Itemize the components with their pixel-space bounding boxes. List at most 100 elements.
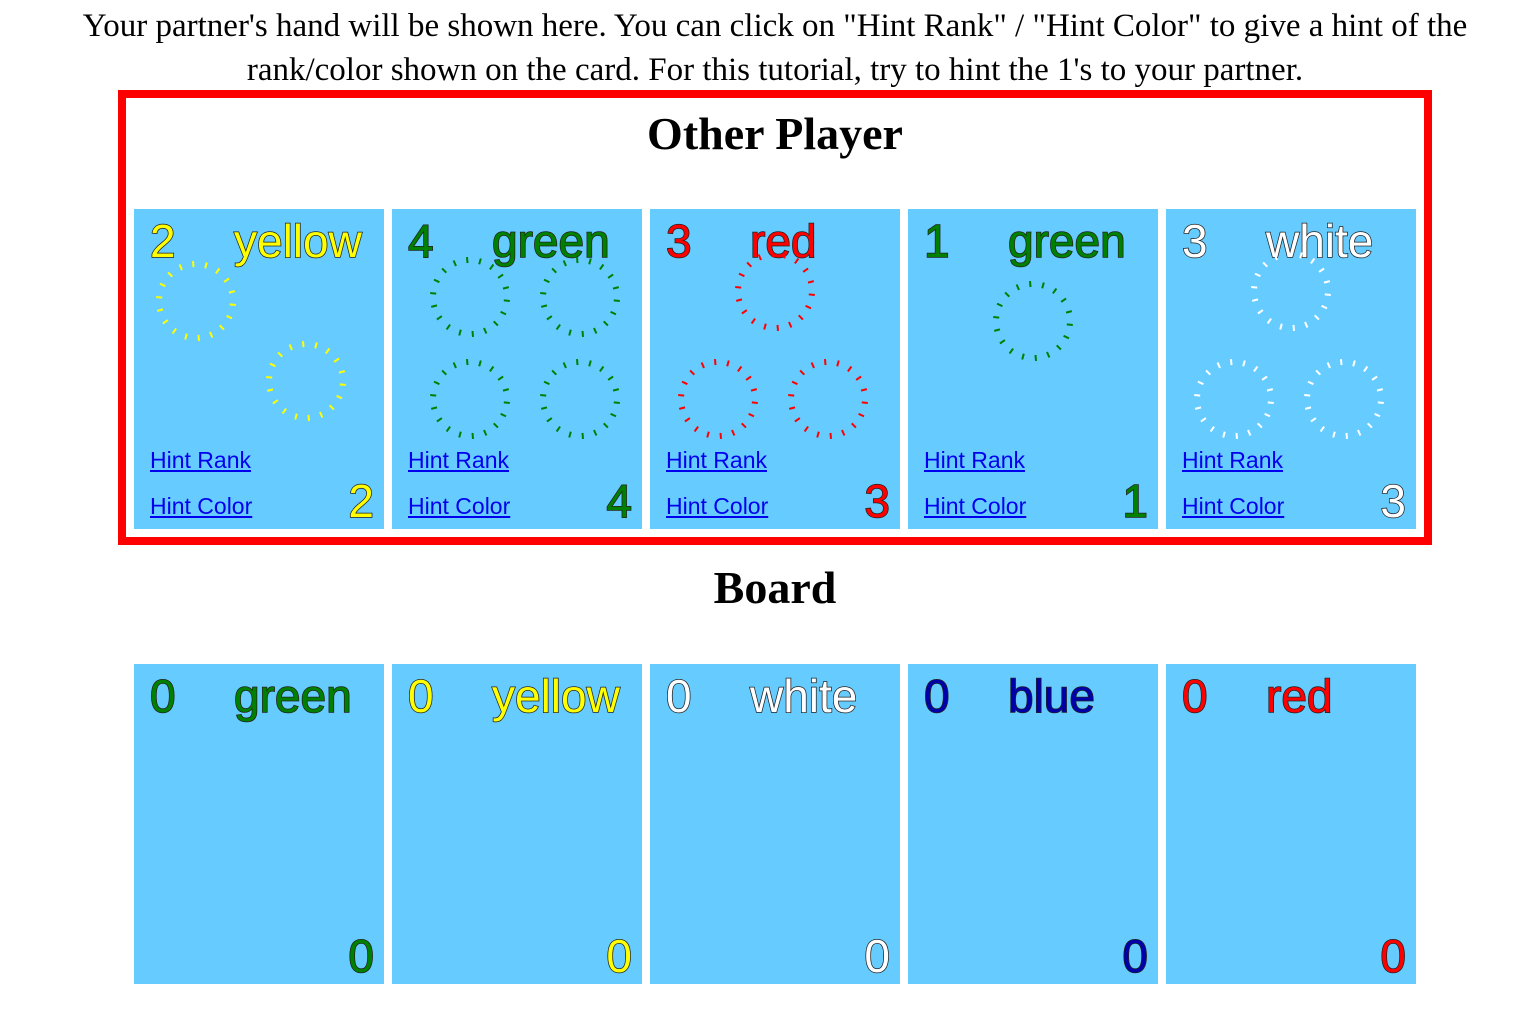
board-card: 0 blue 0: [908, 664, 1158, 984]
firework-spark: [502, 286, 510, 290]
hint-color-button[interactable]: Hint Color: [408, 493, 510, 519]
card-rank: 0: [407, 669, 434, 723]
hint-rank-button[interactable]: Hint Rank: [150, 447, 251, 473]
firework-spark: [1266, 388, 1274, 392]
firework-spark: [497, 375, 504, 381]
firework-spark: [1253, 365, 1259, 372]
firework-spark: [783, 252, 787, 259]
firework-spark: [328, 404, 335, 411]
firework-spark: [209, 331, 214, 338]
firework-spark: [1345, 432, 1348, 439]
firework-spark: [1377, 401, 1384, 404]
firework-spark: [266, 388, 274, 392]
firework-spark: [1318, 267, 1325, 273]
firework-spark: [445, 426, 451, 433]
tutorial-instructions: Your partner's hand will be shown here. …: [82, 8, 1468, 88]
hint-rank-button[interactable]: Hint Rank: [408, 447, 509, 473]
firework-spark: [829, 432, 832, 439]
firework-spark: [551, 267, 558, 274]
firework-spark: [568, 329, 572, 336]
card-color-name: yellow: [491, 669, 620, 723]
firework-spark: [500, 310, 507, 316]
firework-spark: [489, 365, 495, 372]
firework-spark: [746, 261, 753, 268]
firework-spark: [1287, 251, 1290, 258]
firework-spark: [735, 286, 742, 289]
hint-rank-button[interactable]: Hint Rank: [924, 447, 1025, 473]
hand-card: 3 red Hint Rank Hint Color 3: [650, 209, 900, 529]
firework-spark: [178, 264, 183, 271]
firework-spark: [1254, 272, 1261, 278]
firework-spark: [602, 320, 609, 327]
firework-spark: [607, 273, 614, 279]
firework-spark: [229, 303, 236, 306]
firework-spark: [855, 375, 862, 381]
card-color-name: blue: [1007, 669, 1095, 723]
firework-spark: [999, 339, 1006, 345]
firework-spark: [433, 278, 440, 284]
firework-spark: [740, 422, 747, 429]
hint-color-button[interactable]: Hint Color: [666, 493, 768, 519]
firework-spark: [492, 422, 499, 429]
firework-spark: [684, 417, 691, 423]
firework-spark: [433, 380, 440, 386]
firework-spark: [788, 394, 795, 397]
firework-spark: [223, 277, 230, 283]
board-card: 0 white 0: [650, 664, 900, 984]
board-card: 0 yellow 0: [392, 664, 642, 984]
hint-color-button[interactable]: Hint Color: [150, 493, 252, 519]
firework-spark: [593, 429, 598, 436]
firework-spark: [1194, 406, 1202, 410]
firework-spark: [581, 432, 584, 439]
firework-spark: [858, 412, 865, 418]
firework-spark: [430, 292, 437, 295]
firework-spark: [678, 406, 686, 410]
firework-spark: [860, 388, 868, 392]
firework-spark: [1371, 375, 1378, 381]
firework-spark: [483, 429, 488, 436]
firework-spark: [192, 261, 195, 268]
firework-spark: [167, 271, 174, 278]
firework-spark: [1029, 281, 1032, 288]
firework-spark: [1015, 284, 1020, 291]
firework-spark: [339, 383, 346, 386]
firework-spark: [1376, 388, 1384, 392]
hint-color-button[interactable]: Hint Color: [924, 493, 1026, 519]
hand-card: 3 white Hint Rank Hint Color 3: [1166, 209, 1416, 529]
firework-spark: [810, 362, 815, 369]
card-color-name: red: [1265, 669, 1333, 723]
firework-spark: [1200, 417, 1207, 423]
firework-spark: [540, 406, 548, 410]
firework-spark: [714, 359, 717, 366]
firework-spark: [471, 330, 474, 337]
firework-spark: [613, 401, 620, 404]
firework-spark: [540, 292, 547, 295]
firework-spark: [555, 324, 561, 331]
firework-spark: [741, 309, 748, 315]
firework-spark: [689, 369, 696, 376]
firework-spark: [1323, 280, 1331, 284]
hint-color-button[interactable]: Hint Color: [1182, 493, 1284, 519]
firework-spark: [441, 369, 448, 376]
hint-rank-button[interactable]: Hint Rank: [1182, 447, 1283, 473]
firework-spark: [458, 431, 462, 438]
firework-spark: [333, 357, 340, 363]
firework-spark: [1194, 394, 1201, 397]
firework-spark: [171, 328, 177, 335]
firework-spark: [1205, 369, 1212, 376]
firework-spark: [794, 417, 801, 423]
firework-spark: [204, 262, 208, 269]
hint-rank-button[interactable]: Hint Rank: [666, 447, 767, 473]
firework-icon: [1194, 251, 1384, 439]
firework-spark: [576, 359, 579, 366]
firework-spark: [599, 365, 605, 372]
firework-spark: [808, 293, 815, 296]
firework-spark: [1357, 429, 1362, 436]
firework-spark: [218, 324, 225, 331]
firework-spark: [430, 304, 438, 308]
firework-spark: [588, 258, 592, 265]
firework-spark: [497, 273, 504, 279]
firework-spark: [993, 316, 1000, 319]
firework-icon: [430, 257, 620, 439]
firework-spark: [719, 432, 722, 439]
